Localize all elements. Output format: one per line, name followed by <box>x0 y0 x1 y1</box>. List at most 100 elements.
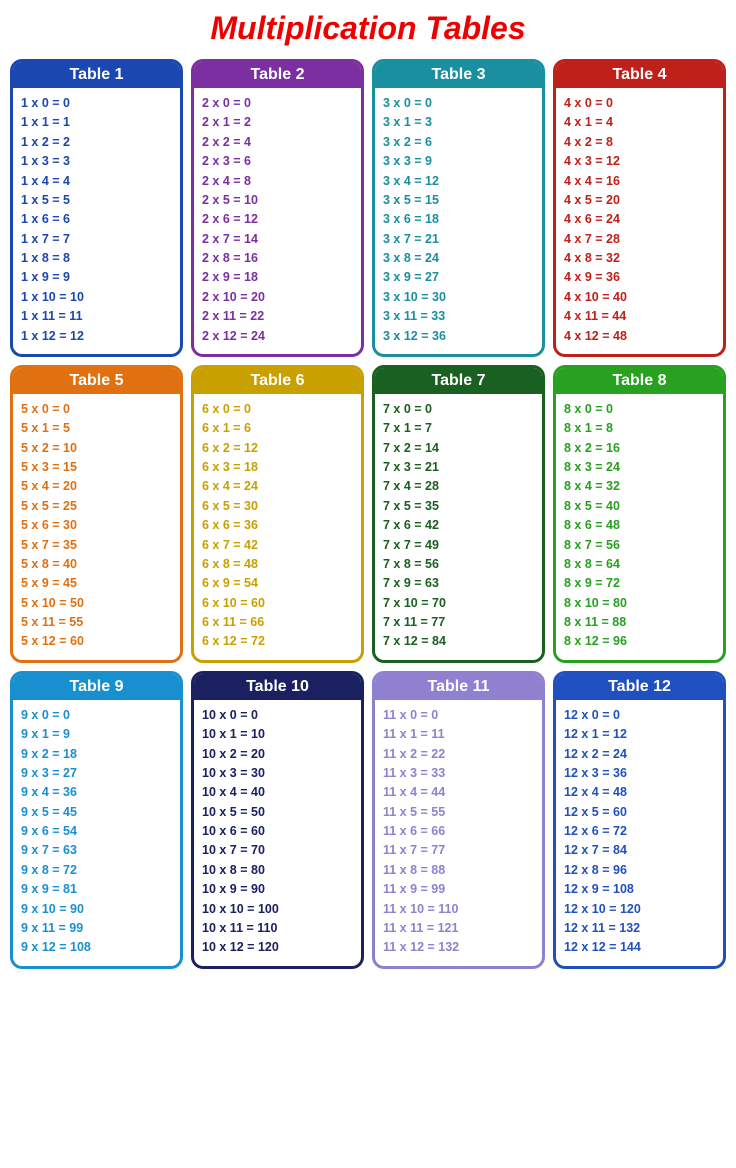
table-card-6: Table 6 6 x 0 = 06 x 1 = 66 x 2 = 126 x 3… <box>191 365 364 663</box>
table-row: 3 x 9 = 27 <box>383 268 534 287</box>
table-card-1: Table 1 1 x 0 = 01 x 1 = 11 x 2 = 21 x 3 … <box>10 59 183 357</box>
table-row: 9 x 0 = 0 <box>21 706 172 725</box>
table-row: 8 x 2 = 16 <box>564 439 715 458</box>
table-row: 1 x 10 = 10 <box>21 288 172 307</box>
table-row: 2 x 8 = 16 <box>202 249 353 268</box>
table-row: 10 x 3 = 30 <box>202 764 353 783</box>
table-row: 5 x 4 = 20 <box>21 477 172 496</box>
table-row: 5 x 2 = 10 <box>21 439 172 458</box>
table-row: 9 x 11 = 99 <box>21 919 172 938</box>
table-body-1: 1 x 0 = 01 x 1 = 11 x 2 = 21 x 3 = 31 x … <box>13 92 180 348</box>
table-card-7: Table 77 x 0 = 07 x 1 = 77 x 2 = 147 x 3… <box>372 365 545 663</box>
table-header-7: Table 7 <box>375 368 542 394</box>
table-row: 12 x 4 = 48 <box>564 783 715 802</box>
table-card-10: Table 1010 x 0 = 010 x 1 = 1010 x 2 = 20… <box>191 671 364 969</box>
table-row: 12 x 9 = 108 <box>564 880 715 899</box>
table-row: 5 x 11 = 55 <box>21 613 172 632</box>
table-body-6: 6 x 0 = 06 x 1 = 66 x 2 = 126 x 3 = 186 … <box>194 398 361 654</box>
table-row: 2 x 2 = 4 <box>202 133 353 152</box>
table-row: 11 x 11 = 121 <box>383 919 534 938</box>
table-row: 2 x 7 = 14 <box>202 230 353 249</box>
table-row: 5 x 6 = 30 <box>21 516 172 535</box>
table-row: 3 x 2 = 6 <box>383 133 534 152</box>
table-row: 10 x 4 = 40 <box>202 783 353 802</box>
table-row: 1 x 7 = 7 <box>21 230 172 249</box>
table-header-5: Table 5 <box>13 368 180 394</box>
table-row: 10 x 2 = 20 <box>202 745 353 764</box>
table-row: 3 x 5 = 15 <box>383 191 534 210</box>
table-header-9: Table 9 <box>13 674 180 700</box>
table-card-5: Table 5 5 x 0 = 05 x 1 = 55 x 2 = 105 x 3… <box>10 365 183 663</box>
table-row: 2 x 3 = 6 <box>202 152 353 171</box>
table-row: 5 x 3 = 15 <box>21 458 172 477</box>
table-row: 11 x 8 = 88 <box>383 861 534 880</box>
table-card-8: Table 88 x 0 = 08 x 1 = 88 x 2 = 168 x 3… <box>553 365 726 663</box>
table-body-5: 5 x 0 = 05 x 1 = 55 x 2 = 105 x 3 = 155 … <box>13 398 180 654</box>
table-row: 11 x 1 = 11 <box>383 725 534 744</box>
table-body-3: 3 x 0 = 03 x 1 = 33 x 2 = 63 x 3 = 93 x … <box>375 92 542 348</box>
table-row: 3 x 10 = 30 <box>383 288 534 307</box>
table-row: 9 x 1 = 9 <box>21 725 172 744</box>
table-row: 11 x 12 = 132 <box>383 938 534 957</box>
table-header-4: Table 4 <box>556 62 723 88</box>
table-card-9: Table 99 x 0 = 09 x 1 = 99 x 2 = 189 x 3… <box>10 671 183 969</box>
table-card-11: Table 1111 x 0 = 011 x 1 = 1111 x 2 = 22… <box>372 671 545 969</box>
table-row: 3 x 8 = 24 <box>383 249 534 268</box>
table-row: 5 x 5 = 25 <box>21 497 172 516</box>
table-row: 1 x 6 = 6 <box>21 210 172 229</box>
table-row: 7 x 7 = 49 <box>383 536 534 555</box>
table-row: 3 x 1 = 3 <box>383 113 534 132</box>
table-row: 3 x 6 = 18 <box>383 210 534 229</box>
table-row: 4 x 11 = 44 <box>564 307 715 326</box>
table-row: 11 x 0 = 0 <box>383 706 534 725</box>
table-row: 5 x 9 = 45 <box>21 574 172 593</box>
table-row: 12 x 3 = 36 <box>564 764 715 783</box>
table-row: 10 x 7 = 70 <box>202 841 353 860</box>
table-row: 10 x 1 = 10 <box>202 725 353 744</box>
table-row: 6 x 3 = 18 <box>202 458 353 477</box>
table-row: 4 x 3 = 12 <box>564 152 715 171</box>
table-row: 8 x 8 = 64 <box>564 555 715 574</box>
table-header-1: Table 1 <box>13 62 180 88</box>
table-row: 11 x 6 = 66 <box>383 822 534 841</box>
table-row: 10 x 9 = 90 <box>202 880 353 899</box>
table-header-10: Table 10 <box>194 674 361 700</box>
table-row: 4 x 6 = 24 <box>564 210 715 229</box>
table-row: 3 x 12 = 36 <box>383 327 534 346</box>
table-row: 5 x 1 = 5 <box>21 419 172 438</box>
table-header-6: Table 6 <box>194 368 361 394</box>
table-row: 11 x 9 = 99 <box>383 880 534 899</box>
table-row: 6 x 4 = 24 <box>202 477 353 496</box>
table-row: 12 x 0 = 0 <box>564 706 715 725</box>
table-row: 6 x 5 = 30 <box>202 497 353 516</box>
table-row: 2 x 1 = 2 <box>202 113 353 132</box>
table-row: 9 x 8 = 72 <box>21 861 172 880</box>
table-row: 4 x 1 = 4 <box>564 113 715 132</box>
table-row: 9 x 7 = 63 <box>21 841 172 860</box>
table-row: 2 x 0 = 0 <box>202 94 353 113</box>
table-row: 8 x 3 = 24 <box>564 458 715 477</box>
table-row: 1 x 5 = 5 <box>21 191 172 210</box>
table-row: 7 x 11 = 77 <box>383 613 534 632</box>
table-row: 7 x 2 = 14 <box>383 439 534 458</box>
table-row: 8 x 6 = 48 <box>564 516 715 535</box>
table-row: 8 x 0 = 0 <box>564 400 715 419</box>
table-row: 9 x 6 = 54 <box>21 822 172 841</box>
table-row: 1 x 1 = 1 <box>21 113 172 132</box>
table-row: 6 x 6 = 36 <box>202 516 353 535</box>
table-row: 1 x 3 = 3 <box>21 152 172 171</box>
table-row: 9 x 10 = 90 <box>21 900 172 919</box>
table-row: 12 x 11 = 132 <box>564 919 715 938</box>
table-row: 2 x 10 = 20 <box>202 288 353 307</box>
table-row: 3 x 0 = 0 <box>383 94 534 113</box>
table-row: 4 x 7 = 28 <box>564 230 715 249</box>
table-card-3: Table 33 x 0 = 03 x 1 = 33 x 2 = 63 x 3 … <box>372 59 545 357</box>
table-row: 1 x 0 = 0 <box>21 94 172 113</box>
table-row: 7 x 3 = 21 <box>383 458 534 477</box>
table-row: 7 x 10 = 70 <box>383 594 534 613</box>
table-row: 2 x 12 = 24 <box>202 327 353 346</box>
table-row: 12 x 8 = 96 <box>564 861 715 880</box>
table-body-11: 11 x 0 = 011 x 1 = 1111 x 2 = 2211 x 3 =… <box>375 704 542 960</box>
table-row: 7 x 12 = 84 <box>383 632 534 651</box>
table-row: 7 x 4 = 28 <box>383 477 534 496</box>
